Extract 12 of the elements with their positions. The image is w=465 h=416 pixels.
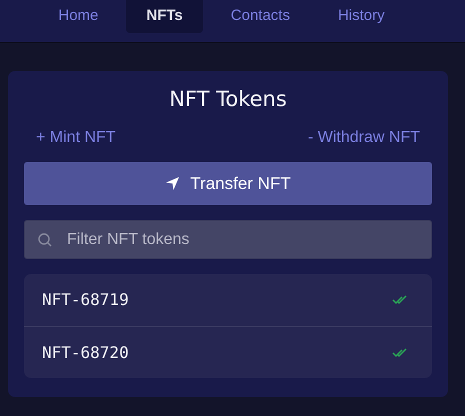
nav-tab[interactable]: Contacts: [210, 0, 310, 33]
mint-link[interactable]: + Mint NFT: [24, 126, 128, 150]
token-id: NFT-68719: [42, 289, 129, 312]
nav-tab[interactable]: NFTs: [126, 0, 203, 33]
card-title: NFT Tokens: [168, 87, 288, 112]
withdraw-link[interactable]: - Withdraw NFT: [296, 126, 432, 150]
token-id: NFT-68720: [42, 342, 129, 364]
nav-tab[interactable]: Home: [38, 0, 118, 33]
transfer-button[interactable]: Transfer NFT: [24, 162, 432, 206]
send-icon: [165, 176, 180, 192]
filter-field[interactable]: Filter NFT tokens: [24, 220, 432, 260]
nav-tab[interactable]: History: [318, 0, 405, 33]
